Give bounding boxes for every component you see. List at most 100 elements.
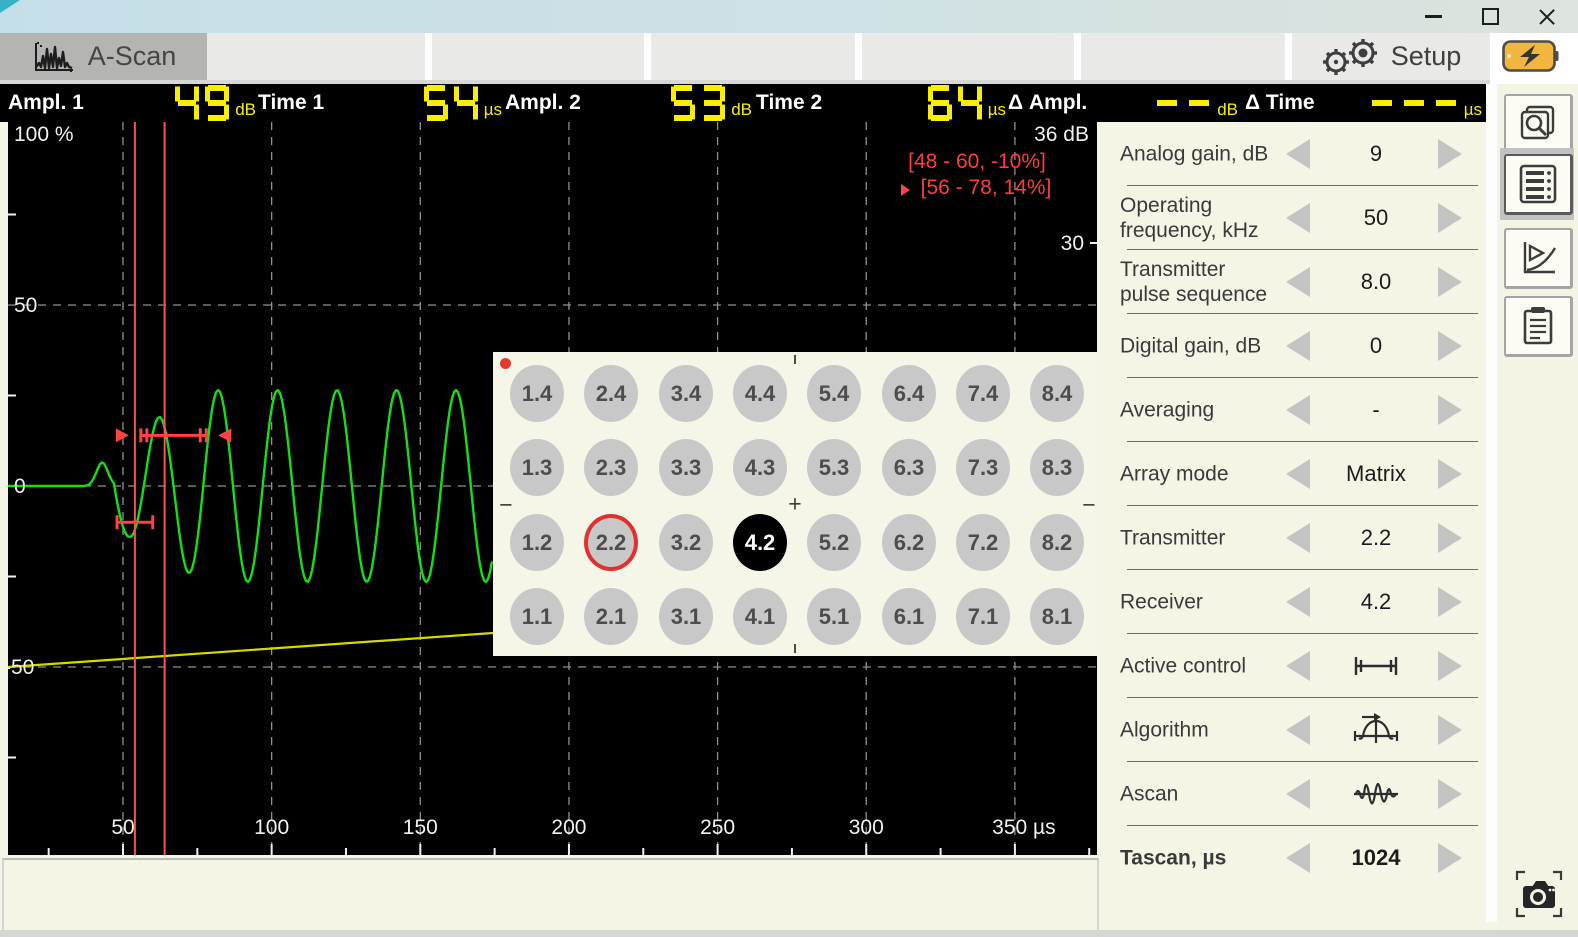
array-matrix-popup[interactable]: − + − 1.4 2.4 3.4 4.4 5.4 6.4 7.4 8.4 1.3 2.3 3.3 4… [493, 352, 1097, 656]
measurement-unit-ampl-2: dB [731, 100, 752, 121]
array-element-7.3[interactable]: 7.3 [956, 439, 1010, 496]
array-element-6.4[interactable]: 6.4 [882, 365, 936, 422]
popup-minus-right[interactable]: − [1082, 492, 1095, 519]
array-element-5.4[interactable]: 5.4 [807, 365, 861, 422]
svg-text:100: 100 [254, 816, 289, 839]
array-element-7.2[interactable]: 7.2 [956, 514, 1010, 571]
popup-minus-left[interactable]: − [499, 492, 512, 519]
transmitter-label: Transmitter [1120, 526, 1225, 551]
array-element-8.3[interactable]: 8.3 [1030, 439, 1084, 496]
array-element-5.3[interactable]: 5.3 [807, 439, 861, 496]
operating-frequency-decrease-button[interactable] [1286, 203, 1310, 233]
panel-divider [1486, 84, 1497, 922]
array-element-2.3[interactable]: 2.3 [584, 439, 638, 496]
array-element-2.1[interactable]: 2.1 [584, 588, 638, 645]
analog-gain-increase-button[interactable] [1438, 139, 1462, 169]
report-clipboard-button[interactable] [1504, 296, 1573, 357]
array-element-1.2[interactable]: 1.2 [510, 514, 564, 571]
array-element-4.3[interactable]: 4.3 [733, 439, 787, 496]
array-element-1.1[interactable]: 1.1 [510, 588, 564, 645]
array-element-7.1[interactable]: 7.1 [956, 588, 1010, 645]
setup-button[interactable]: Setup [1292, 33, 1488, 80]
active-control-increase-button[interactable] [1438, 651, 1462, 681]
sidebar-row-receiver: Receiver 4.2 [1100, 570, 1486, 634]
array-element-2.4[interactable]: 2.4 [584, 365, 638, 422]
pulse-sequence-label: Transmitter pulse sequence [1120, 257, 1267, 307]
algorithm-increase-button[interactable] [1438, 715, 1462, 745]
array-element-3.1[interactable]: 3.1 [659, 588, 713, 645]
window-bottom-edge [0, 930, 1578, 937]
active-control-value [1318, 634, 1434, 698]
array-element-3.3[interactable]: 3.3 [659, 439, 713, 496]
screenshot-camera-button[interactable] [1515, 870, 1563, 918]
right-toolbar [1497, 84, 1578, 930]
analog-gain-decrease-button[interactable] [1286, 139, 1310, 169]
sidebar-row-digital-gain: Digital gain, dB0 [1100, 314, 1486, 378]
preview-button[interactable] [1504, 94, 1573, 155]
array-element-6.1[interactable]: 6.1 [882, 588, 936, 645]
tascan-decrease-button[interactable] [1286, 843, 1310, 873]
measurement-label-time-1: Time 1 [258, 91, 324, 115]
ascan-view-decrease-button[interactable] [1286, 779, 1310, 809]
measurement-unit-time-1: µs [484, 100, 502, 121]
receiver-label: Receiver [1120, 590, 1203, 615]
averaging-decrease-button[interactable] [1286, 395, 1310, 425]
averaging-label: Averaging [1120, 398, 1214, 423]
array-element-1.4[interactable]: 1.4 [510, 365, 564, 422]
digital-gain-decrease-button[interactable] [1286, 331, 1310, 361]
array-element-1.3[interactable]: 1.3 [510, 439, 564, 496]
array-element-2.2[interactable]: 2.2 [584, 514, 638, 571]
annotation-bullet [901, 184, 910, 196]
sidebar-row-transmitter: Transmitter2.2 [1100, 506, 1486, 570]
close-button[interactable] [1532, 0, 1562, 33]
array-element-5.2[interactable]: 5.2 [807, 514, 861, 571]
array-element-4.1[interactable]: 4.1 [733, 588, 787, 645]
popup-plus-center[interactable]: + [788, 491, 801, 518]
tab-separator [1074, 33, 1081, 80]
operating-frequency-increase-button[interactable] [1438, 203, 1462, 233]
pulse-sequence-decrease-button[interactable] [1286, 267, 1310, 297]
array-element-4.4[interactable]: 4.4 [733, 365, 787, 422]
minimize-icon [1425, 15, 1442, 18]
minimize-button[interactable] [1418, 0, 1448, 33]
array-element-6.2[interactable]: 6.2 [882, 514, 936, 571]
settings-list-button[interactable] [1504, 154, 1573, 215]
array-element-8.1[interactable]: 8.1 [1030, 588, 1084, 645]
digital-gain-label: Digital gain, dB [1120, 334, 1261, 359]
array-element-8.2[interactable]: 8.2 [1030, 514, 1084, 571]
averaging-increase-button[interactable] [1438, 395, 1462, 425]
array-mode-increase-button[interactable] [1438, 459, 1462, 489]
measurement-delta-time: Δ Timeµs [1245, 84, 1482, 122]
maximize-icon [1482, 8, 1499, 25]
active-control-decrease-button[interactable] [1286, 651, 1310, 681]
clipboard-icon [1518, 305, 1558, 347]
algorithm-decrease-button[interactable] [1286, 715, 1310, 745]
tascan-increase-button[interactable] [1438, 843, 1462, 873]
ascan-view-increase-button[interactable] [1438, 779, 1462, 809]
measurement-label-delta-ampl: Δ Ampl. [1008, 91, 1087, 115]
transmitter-decrease-button[interactable] [1286, 523, 1310, 553]
array-element-4.2[interactable]: 4.2 [733, 514, 787, 571]
array-element-8.4[interactable]: 8.4 [1030, 365, 1084, 422]
array-element-3.2[interactable]: 3.2 [659, 514, 713, 571]
array-element-3.4[interactable]: 3.4 [659, 365, 713, 422]
measurement-time-2: Time 2µs [756, 84, 1006, 122]
array-mode-decrease-button[interactable] [1286, 459, 1310, 489]
digital-gain-increase-button[interactable] [1438, 331, 1462, 361]
svg-text:50: 50 [14, 294, 37, 317]
settings-list-icon [1518, 164, 1558, 204]
pulse-sequence-increase-button[interactable] [1438, 267, 1462, 297]
array-element-5.1[interactable]: 5.1 [807, 588, 861, 645]
bottom-panel [2, 858, 1099, 934]
array-element-7.4[interactable]: 7.4 [956, 365, 1010, 422]
sidebar-row-algorithm: Algorithm [1100, 698, 1486, 762]
sidebar-row-averaging: Averaging- [1100, 378, 1486, 442]
receiver-decrease-button[interactable] [1286, 587, 1310, 617]
receiver-value: 4.2 [1318, 570, 1434, 634]
tab-a-scan[interactable]: A-Scan [0, 33, 207, 80]
maximize-button[interactable] [1475, 0, 1505, 33]
signal-view-button[interactable] [1504, 228, 1573, 289]
array-element-6.3[interactable]: 6.3 [882, 439, 936, 496]
receiver-increase-button[interactable] [1438, 587, 1462, 617]
transmitter-increase-button[interactable] [1438, 523, 1462, 553]
